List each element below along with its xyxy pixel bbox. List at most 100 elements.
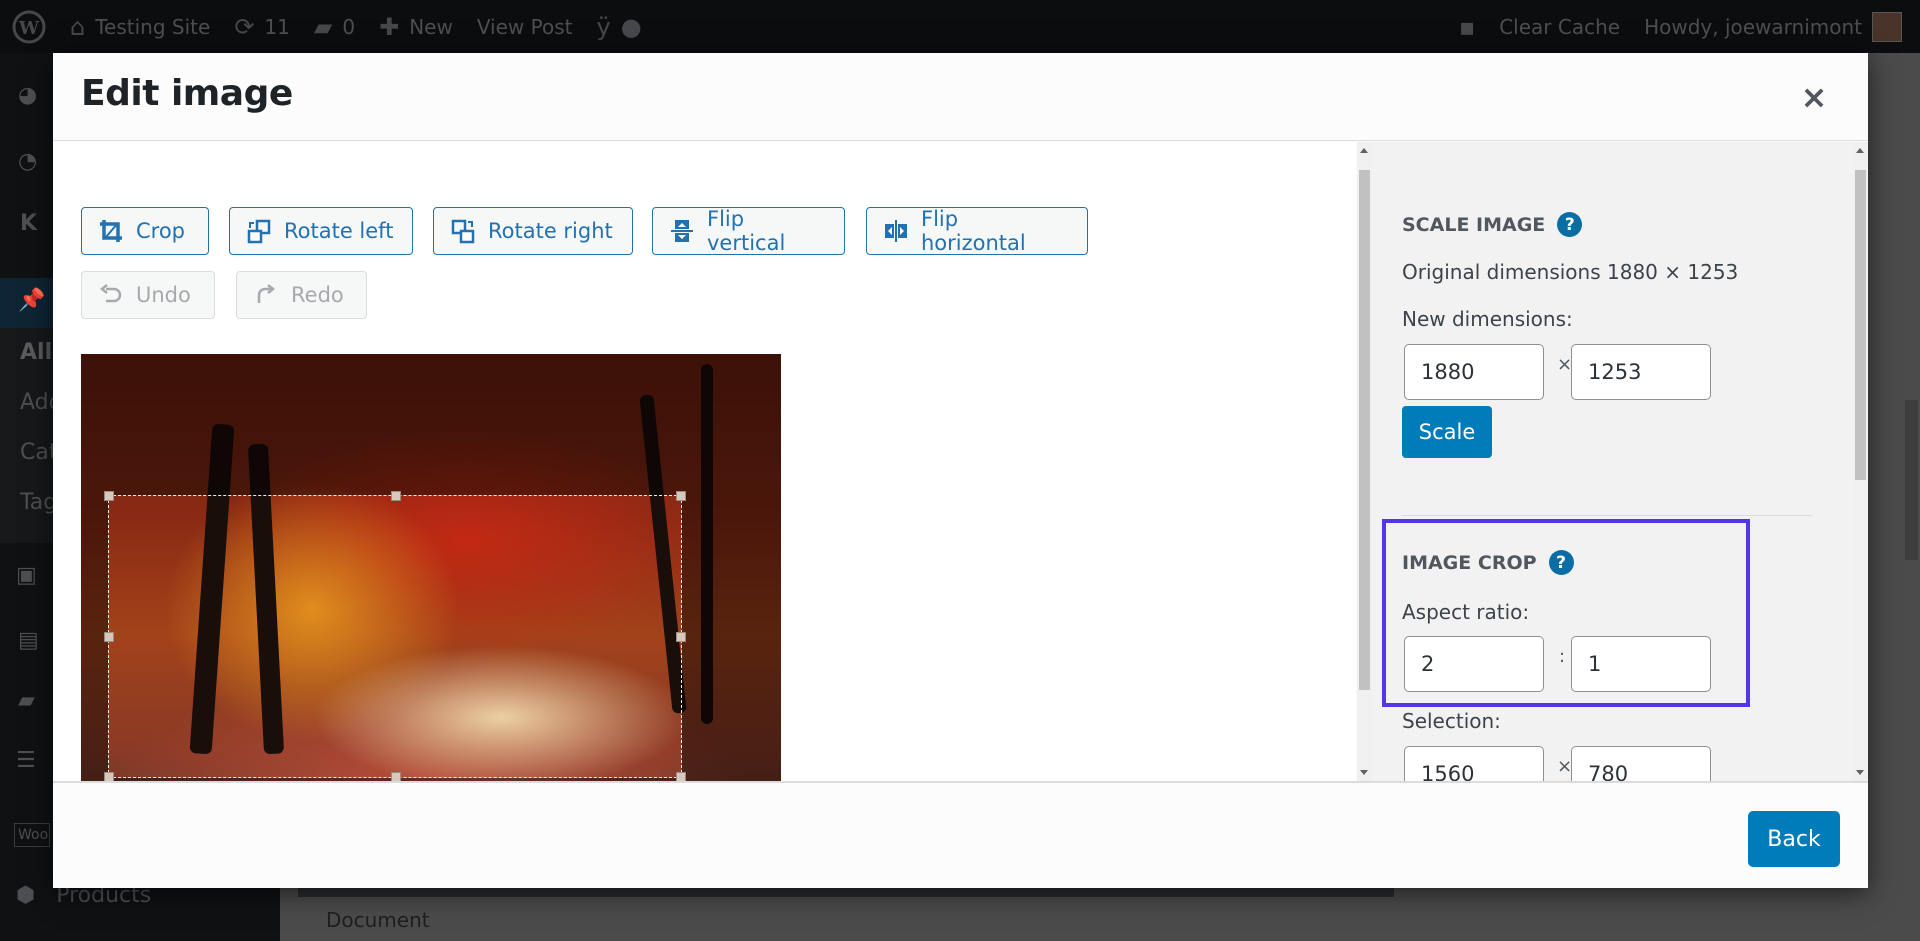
scroll-up-arrow-icon[interactable] <box>1360 148 1368 153</box>
plus-icon: ✚ <box>379 12 400 41</box>
dimension-separator: × <box>1557 354 1573 375</box>
settings-pane-scrollbar[interactable] <box>1853 142 1868 781</box>
image-editor-pane: Crop Rotate left Rotate right Flip verti… <box>53 142 1356 781</box>
account-link[interactable]: Howdy, joewarnimont <box>1632 0 1920 53</box>
aspect-ratio-width-input[interactable] <box>1404 636 1544 692</box>
undo-icon <box>99 284 122 303</box>
scale-height-input[interactable] <box>1571 344 1711 400</box>
image-crop-title: IMAGE CROP <box>1402 551 1537 574</box>
submenu-item-categories[interactable]: Cat <box>20 440 57 465</box>
selection-separator: × <box>1557 756 1573 777</box>
notification-link[interactable]: ▪ <box>1447 0 1487 53</box>
pin-icon: 📌 <box>18 288 46 313</box>
wordpress-logo[interactable]: W <box>0 0 58 53</box>
new-content-link[interactable]: ✚ New <box>367 0 465 53</box>
yoast-icon: ÿ <box>596 12 611 41</box>
howdy-label: Howdy, joewarnimont <box>1644 14 1862 39</box>
new-dimensions-label: New dimensions: <box>1402 307 1573 331</box>
crop-handle-n[interactable] <box>391 491 401 501</box>
image-crop-heading: IMAGE CROP ? <box>1402 550 1574 575</box>
crop-help-icon[interactable]: ? <box>1548 550 1574 575</box>
clear-cache-link[interactable]: Clear Cache <box>1487 0 1632 53</box>
scroll-up-arrow-icon[interactable] <box>1856 148 1864 153</box>
new-label: New <box>409 14 453 39</box>
aspect-ratio-separator: : <box>1559 646 1566 667</box>
crop-handle-se[interactable] <box>676 772 686 781</box>
rotate-left-icon <box>247 219 271 244</box>
site-name: Testing Site <box>95 14 211 39</box>
flip-vertical-label: Flip vertical <box>707 207 786 255</box>
box-icon: ⬢ <box>16 883 36 908</box>
undo-label: Undo <box>136 283 191 307</box>
scroll-down-arrow-icon[interactable] <box>1856 770 1864 775</box>
editor-pane-scrollbar[interactable] <box>1357 142 1372 781</box>
selection-width-input[interactable] <box>1404 746 1544 781</box>
aspect-ratio-height-input[interactable] <box>1571 636 1711 692</box>
submenu-item-all[interactable]: All <box>20 340 52 365</box>
flip-horizontal-label: Flip horizontal <box>921 207 1026 255</box>
yoast-link[interactable]: ÿ ● <box>584 0 653 53</box>
page-scrollbar[interactable] <box>1905 400 1918 560</box>
crop-handle-e[interactable] <box>676 632 686 642</box>
crop-handle-ne[interactable] <box>676 491 686 501</box>
back-button[interactable]: Back <box>1748 811 1840 867</box>
crop-shade-top <box>81 354 781 495</box>
clear-cache-label: Clear Cache <box>1499 14 1621 39</box>
flip-horizontal-icon <box>885 220 907 242</box>
scrollbar-thumb[interactable] <box>1359 170 1370 690</box>
comment-icon: ▰ <box>313 12 333 41</box>
modal-title: Edit image <box>81 73 293 114</box>
comments-link[interactable]: ▰ 0 <box>302 0 367 53</box>
crop-button[interactable]: Crop <box>81 207 209 255</box>
updates-link[interactable]: ⟳ 11 <box>222 0 302 53</box>
view-post-link[interactable]: View Post <box>465 0 585 53</box>
redo-button[interactable]: Redo <box>236 271 367 319</box>
image-preview[interactable] <box>81 354 781 781</box>
crop-shade-right <box>682 495 781 778</box>
modal-header: Edit image × <box>53 53 1868 141</box>
admin-bar: W ⌂ Testing Site ⟳ 11 ▰ 0 ✚ New View Pos… <box>0 0 1920 53</box>
woo-icon[interactable]: Woo <box>14 823 50 847</box>
document-label: Document <box>326 908 430 932</box>
original-dimensions: Original dimensions 1880 × 1253 <box>1402 260 1739 284</box>
flip-vertical-button[interactable]: Flip vertical <box>652 207 845 255</box>
rotate-left-button[interactable]: Rotate left <box>229 207 413 255</box>
aspect-ratio-label: Aspect ratio: <box>1402 600 1530 624</box>
crop-selection[interactable] <box>104 491 686 781</box>
updates-count: 11 <box>264 14 290 39</box>
status-dot-icon: ● <box>620 12 642 41</box>
refresh-icon: ⟳ <box>234 12 255 41</box>
scale-button[interactable]: Scale <box>1402 406 1492 458</box>
close-icon: × <box>1800 78 1828 116</box>
comments-count: 0 <box>342 14 356 39</box>
scale-help-icon[interactable]: ? <box>1557 212 1583 237</box>
rotate-right-icon <box>451 219 475 244</box>
view-post-label: View Post <box>476 14 573 39</box>
scroll-down-arrow-icon[interactable] <box>1360 770 1368 775</box>
rotate-right-button[interactable]: Rotate right <box>433 207 633 255</box>
site-name-link[interactable]: ⌂ Testing Site <box>58 0 222 53</box>
crop-handle-nw[interactable] <box>104 491 114 501</box>
notification-icon: ▪ <box>1458 12 1476 41</box>
section-divider <box>1402 515 1812 516</box>
crop-handle-s[interactable] <box>391 772 401 781</box>
undo-button[interactable]: Undo <box>81 271 215 319</box>
crop-handle-sw[interactable] <box>104 772 114 781</box>
edit-image-modal: Edit image × Crop Rotate left Rotate rig… <box>53 53 1868 888</box>
crop-icon <box>100 220 122 242</box>
flip-horizontal-button[interactable]: Flip horizontal <box>866 207 1088 255</box>
background-image <box>298 888 1394 897</box>
close-button[interactable]: × <box>1796 78 1832 116</box>
rotate-right-label: Rotate right <box>488 219 613 243</box>
flip-vertical-icon <box>671 220 693 242</box>
modal-footer: Back <box>53 781 1868 888</box>
scrollbar-thumb[interactable] <box>1855 170 1866 480</box>
crop-handle-w[interactable] <box>104 632 114 642</box>
submenu-item-tags[interactable]: Tag <box>20 490 57 515</box>
selection-height-input[interactable] <box>1571 746 1711 781</box>
scale-image-heading: SCALE IMAGE ? <box>1402 212 1583 237</box>
selection-label: Selection: <box>1402 709 1501 733</box>
home-icon: ⌂ <box>70 12 86 41</box>
scale-width-input[interactable] <box>1404 344 1544 400</box>
wordpress-icon: W <box>12 10 46 43</box>
